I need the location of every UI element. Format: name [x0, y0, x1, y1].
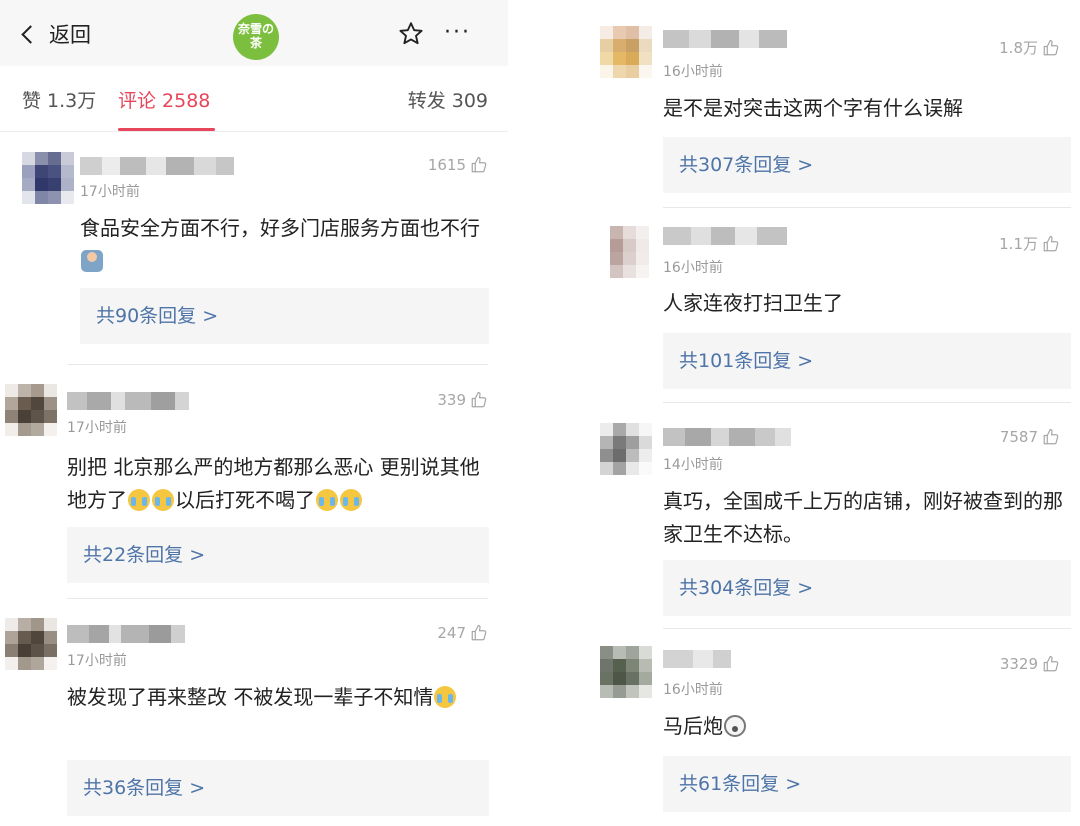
avatar[interactable] [22, 152, 74, 204]
like-button[interactable]: 339 [437, 391, 488, 409]
comment-time: 17小时前 [67, 653, 127, 669]
right-screenshot-panel: 16小时前 1.8万 是不是对突击这两个字有什么误解 共307条回复 > 16小… [590, 0, 1080, 826]
thumbs-up-icon [471, 156, 487, 173]
like-button[interactable]: 1615 [428, 156, 488, 174]
thumbs-up-icon [471, 391, 487, 408]
tab-reposts[interactable]: 转发 309 [408, 86, 488, 113]
tab-bar: 赞 1.3万 评论 2588 转发 309 [0, 66, 508, 132]
comment-text: 真巧，全国成千上万的店铺，刚好被查到的那家卫生不达标。 [663, 489, 1063, 546]
thumbs-up-icon [1043, 39, 1059, 55]
like-count: 7587 [999, 428, 1038, 446]
view-replies-button[interactable]: 共22条回复 > [67, 527, 489, 583]
username-blurred[interactable] [67, 392, 189, 410]
username-blurred[interactable] [663, 227, 787, 245]
comment-time: 16小时前 [663, 64, 723, 80]
tab-comments[interactable]: 评论 2588 [118, 86, 210, 113]
avatar[interactable] [600, 26, 652, 78]
like-count: 339 [437, 391, 466, 409]
avatar[interactable] [5, 618, 57, 670]
like-count: 1.8万 [999, 39, 1038, 57]
comment-divider [663, 207, 1071, 208]
back-button[interactable]: 返回 [18, 19, 91, 49]
more-options-icon[interactable]: ··· [444, 20, 484, 48]
like-button[interactable]: 247 [437, 624, 488, 642]
like-button[interactable]: 3329 [1000, 655, 1060, 673]
view-replies-button[interactable]: 共90条回复 > [80, 288, 489, 344]
username-blurred[interactable] [67, 625, 185, 643]
comment-divider [68, 364, 488, 365]
avatar[interactable] [610, 226, 662, 278]
comment-divider [663, 628, 1071, 629]
star-icon[interactable] [397, 20, 425, 48]
thumbs-up-icon [1043, 655, 1059, 672]
comment-text: 是不是对突击这两个字有什么误解 [663, 96, 963, 120]
avatar[interactable] [600, 423, 652, 475]
thumbs-up-icon [1043, 235, 1059, 251]
like-count: 1615 [427, 156, 466, 174]
username-blurred[interactable] [663, 30, 787, 48]
comment-time: 17小时前 [80, 184, 140, 200]
avatar[interactable] [5, 384, 57, 436]
view-replies-button[interactable]: 共101条回复 > [663, 333, 1071, 389]
thumbs-up-icon [471, 624, 487, 641]
tab-likes[interactable]: 赞 1.3万 [22, 86, 96, 113]
comment-text: 食品安全方面不行，好多门店服务方面也不行 [80, 212, 490, 278]
comment-time: 14小时前 [663, 457, 723, 473]
crying-emoji-icon [340, 489, 362, 511]
comment-divider [67, 598, 488, 599]
crying-emoji-icon [152, 489, 174, 511]
like-button[interactable]: 1.1万 [999, 233, 1060, 254]
like-count: 1.1万 [999, 235, 1038, 253]
crying-emoji-icon [128, 489, 150, 511]
like-button[interactable]: 1.8万 [999, 37, 1060, 58]
comment-time: 16小时前 [663, 682, 723, 698]
comment-text: 被发现了再来整改 不被发现一辈子不知情 [67, 681, 492, 714]
username-blurred[interactable] [80, 157, 234, 175]
comment-divider [663, 402, 1071, 403]
like-count: 247 [437, 624, 466, 642]
comment-time: 16小时前 [663, 260, 723, 276]
back-label: 返回 [49, 23, 91, 47]
left-screenshot-panel: 返回 奈雪の茶 ··· 赞 1.3万 评论 2588 转发 309 17小时前 … [0, 0, 508, 826]
comment-time: 17小时前 [67, 420, 127, 436]
comment-text: 马后炮 [663, 710, 1063, 743]
username-blurred[interactable] [663, 650, 731, 668]
active-tab-indicator [118, 128, 215, 131]
shocked-emoji-icon [724, 715, 746, 737]
crying-emoji-icon [434, 686, 457, 708]
view-replies-button[interactable]: 共307条回复 > [663, 137, 1071, 193]
like-button[interactable]: 7587 [1000, 428, 1060, 446]
like-count: 3329 [999, 655, 1038, 673]
view-replies-button[interactable]: 共61条回复 > [663, 756, 1071, 812]
comment-text: 人家连夜打扫卫生了 [663, 291, 843, 315]
comment-text: 别把 北京那么严的地方都那么恶心 更别说其他地方了 以后打死不喝了 [67, 455, 480, 512]
thumbs-up-icon [1043, 428, 1059, 445]
crying-emoji-icon [316, 489, 338, 511]
chevron-left-icon [21, 24, 40, 44]
person-gesture-emoji-icon [81, 250, 103, 272]
top-nav-bar: 返回 奈雪の茶 ··· [0, 0, 508, 66]
brand-logo[interactable]: 奈雪の茶 [233, 14, 279, 60]
username-blurred[interactable] [663, 428, 791, 446]
view-replies-button[interactable]: 共304条回复 > [663, 560, 1071, 616]
avatar[interactable] [600, 646, 652, 698]
view-replies-button[interactable]: 共36条回复 > [67, 760, 489, 816]
